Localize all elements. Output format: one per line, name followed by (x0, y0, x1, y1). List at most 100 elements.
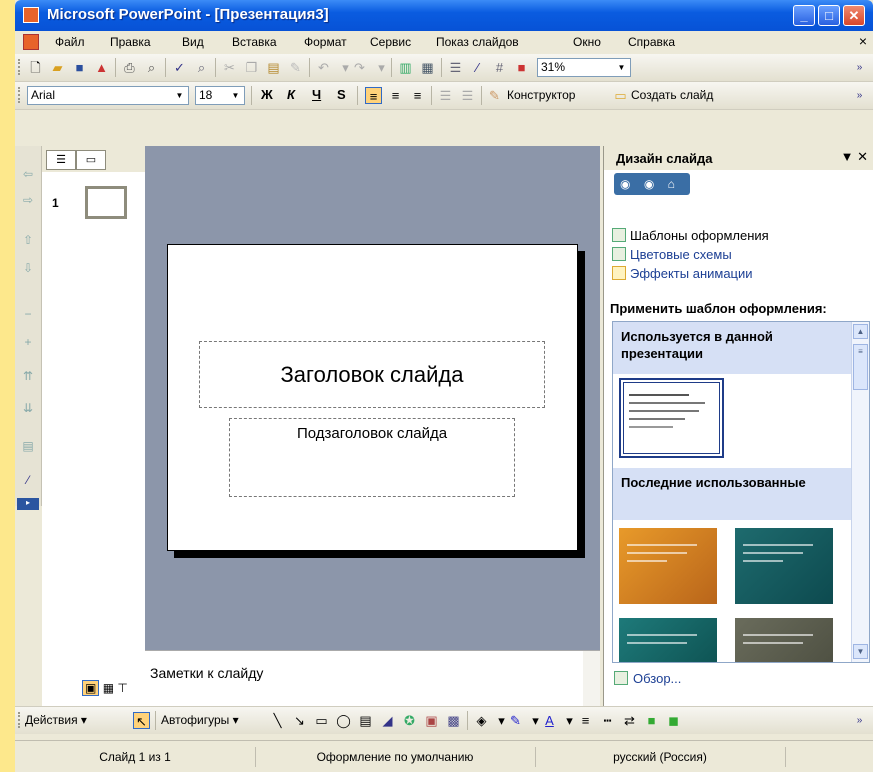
menu-slideshow[interactable]: Показ слайдов (436, 35, 519, 49)
shadow-button[interactable]: S (337, 87, 346, 102)
menu-format[interactable]: Формат (304, 35, 347, 49)
new-slide-icon[interactable]: ▭ (612, 87, 629, 104)
tab-outline[interactable]: ☰ (46, 150, 76, 170)
bold-button[interactable]: Ж (261, 87, 273, 102)
oval-icon[interactable]: ◯ (335, 712, 352, 729)
italic-button[interactable]: К (287, 87, 295, 102)
minimize-button[interactable]: _ (793, 5, 815, 26)
menu-view[interactable]: Вид (182, 35, 204, 49)
show-formatting-icon[interactable]: ⁄ (469, 59, 486, 76)
fill-color-icon[interactable]: ◈ (473, 712, 490, 729)
redo-dropdown-icon[interactable]: ▾ (373, 59, 390, 76)
select-objects-icon[interactable]: ↖ (133, 712, 150, 729)
toolbar-grip[interactable] (18, 712, 23, 728)
menu-file[interactable]: Файл (55, 35, 85, 49)
expand-icon[interactable]: + (20, 334, 36, 350)
powerpoint-app-icon[interactable] (23, 7, 39, 23)
arrow-down-icon[interactable]: ⇩ (20, 260, 36, 276)
close-icon[interactable]: ▼ ✕ (841, 149, 868, 165)
slide-thumbnail[interactable] (85, 186, 127, 219)
menu-tools[interactable]: Сервис (370, 35, 411, 49)
chevron-down-icon[interactable]: ▼ (172, 88, 187, 103)
expand-all-icon[interactable]: ☰ (447, 59, 464, 76)
tab-slides[interactable]: ▭ (76, 150, 106, 170)
close-window-button[interactable]: ✕ (843, 5, 865, 26)
insert-chart-icon[interactable]: ▥ (397, 59, 414, 76)
draw-actions-menu[interactable]: Действия ▾ (25, 713, 87, 727)
arrow-style-icon[interactable]: ⇄ (621, 712, 638, 729)
font-select[interactable]: Arial ▼ (27, 86, 189, 105)
show-formatting-icon[interactable]: ⁄ (20, 472, 36, 488)
font-color-icon[interactable]: A (541, 712, 558, 729)
toolbar-options-icon[interactable]: » (851, 87, 868, 104)
summary-slide-icon[interactable]: ▤ (20, 438, 36, 454)
paste-icon[interactable]: ▤ (265, 59, 282, 76)
zoom-select[interactable]: 31% ▼ (537, 58, 631, 77)
scroll-up-icon[interactable]: ▲ (853, 324, 868, 339)
undo-icon[interactable]: ↶ (315, 59, 332, 76)
collapse-all-icon[interactable]: ⇈ (20, 368, 36, 384)
permission-icon[interactable]: ▲ (93, 59, 110, 76)
line-color-icon[interactable]: ✎ (507, 712, 524, 729)
autoshapes-menu[interactable]: Автофигуры ▾ (161, 713, 239, 727)
template-orange[interactable] (619, 528, 717, 604)
format-painter-icon[interactable]: ✎ (287, 59, 304, 76)
arrow-up-icon[interactable]: ⇧ (20, 232, 36, 248)
font-color-dropdown-icon[interactable]: ▾ (561, 712, 578, 729)
toolbar-options-icon[interactable]: ▸ (17, 498, 39, 510)
wordart-icon[interactable]: ◢ (379, 712, 396, 729)
close-document-icon[interactable]: × (859, 33, 867, 49)
browse-link[interactable]: Обзор... (614, 671, 681, 686)
template-gray[interactable] (735, 618, 833, 662)
notes-scrollbar[interactable] (583, 651, 600, 707)
dash-style-icon[interactable]: ┅ (599, 712, 616, 729)
slide-canvas[interactable]: Заголовок слайда Подзаголовок слайда (167, 244, 578, 551)
new-document-icon[interactable]: 🗋 (27, 59, 44, 76)
template-teal[interactable] (735, 528, 833, 604)
home-icon[interactable]: ⌂ (668, 177, 675, 191)
copy-icon[interactable]: ❐ (243, 59, 260, 76)
scroll-thumb[interactable]: ≡ (853, 344, 868, 390)
line-style-icon[interactable]: ≡ (577, 712, 594, 729)
numbering-icon[interactable]: ☰ (437, 87, 454, 104)
collapse-icon[interactable]: − (20, 306, 36, 322)
back-icon[interactable]: ◉ (620, 177, 630, 191)
show-grid-icon[interactable]: # (491, 59, 508, 76)
print-icon[interactable]: ⎙ (121, 59, 138, 76)
save-icon[interactable]: ■ (71, 59, 88, 76)
menu-window[interactable]: Окно (573, 35, 601, 49)
insert-table-icon[interactable]: ▦ (419, 59, 436, 76)
toolbar-options-icon[interactable]: » (851, 712, 868, 729)
slideshow-icon[interactable]: ⊤ (117, 681, 127, 695)
notes-pane[interactable]: Заметки к слайду (145, 650, 600, 707)
designer-button[interactable]: Конструктор (507, 88, 575, 102)
menu-insert[interactable]: Вставка (232, 35, 277, 49)
arrow-left-icon[interactable]: ⇦ (20, 166, 36, 182)
document-icon[interactable] (23, 34, 39, 50)
chevron-down-icon[interactable]: ▼ (614, 60, 629, 75)
normal-view-icon[interactable]: ▣ (82, 680, 100, 696)
slide-sorter-icon[interactable]: ▦ (103, 681, 114, 695)
bullets-icon[interactable]: ☰ (459, 87, 476, 104)
cut-icon[interactable]: ✂ (221, 59, 238, 76)
slide-subtitle-placeholder[interactable]: Подзаголовок слайда (229, 418, 515, 497)
toolbar-options-icon[interactable]: » (851, 59, 868, 76)
insert-picture-icon[interactable]: ▩ (445, 712, 462, 729)
template-teal-2[interactable] (619, 618, 717, 662)
forward-icon[interactable]: ◉ (644, 177, 654, 191)
chevron-down-icon[interactable]: ▼ (228, 88, 243, 103)
font-size-select[interactable]: 18 ▼ (195, 86, 245, 105)
spelling-icon[interactable]: ✓ (171, 59, 188, 76)
text-box-icon[interactable]: ▤ (357, 712, 374, 729)
template-default[interactable] (619, 378, 724, 458)
link-design-templates[interactable]: Шаблоны оформления (612, 228, 769, 243)
shadow-style-icon[interactable]: ■ (643, 712, 660, 729)
arrow-right-icon[interactable]: ⇨ (20, 192, 36, 208)
redo-icon[interactable]: ↷ (351, 59, 368, 76)
toolbar-grip[interactable] (18, 87, 23, 103)
toolbar-grip[interactable] (18, 59, 23, 75)
designer-icon[interactable]: ✎ (486, 87, 503, 104)
rectangle-icon[interactable]: ▭ (313, 712, 330, 729)
link-animation-effects[interactable]: Эффекты анимации (612, 266, 753, 281)
underline-button[interactable]: Ч (312, 87, 321, 102)
